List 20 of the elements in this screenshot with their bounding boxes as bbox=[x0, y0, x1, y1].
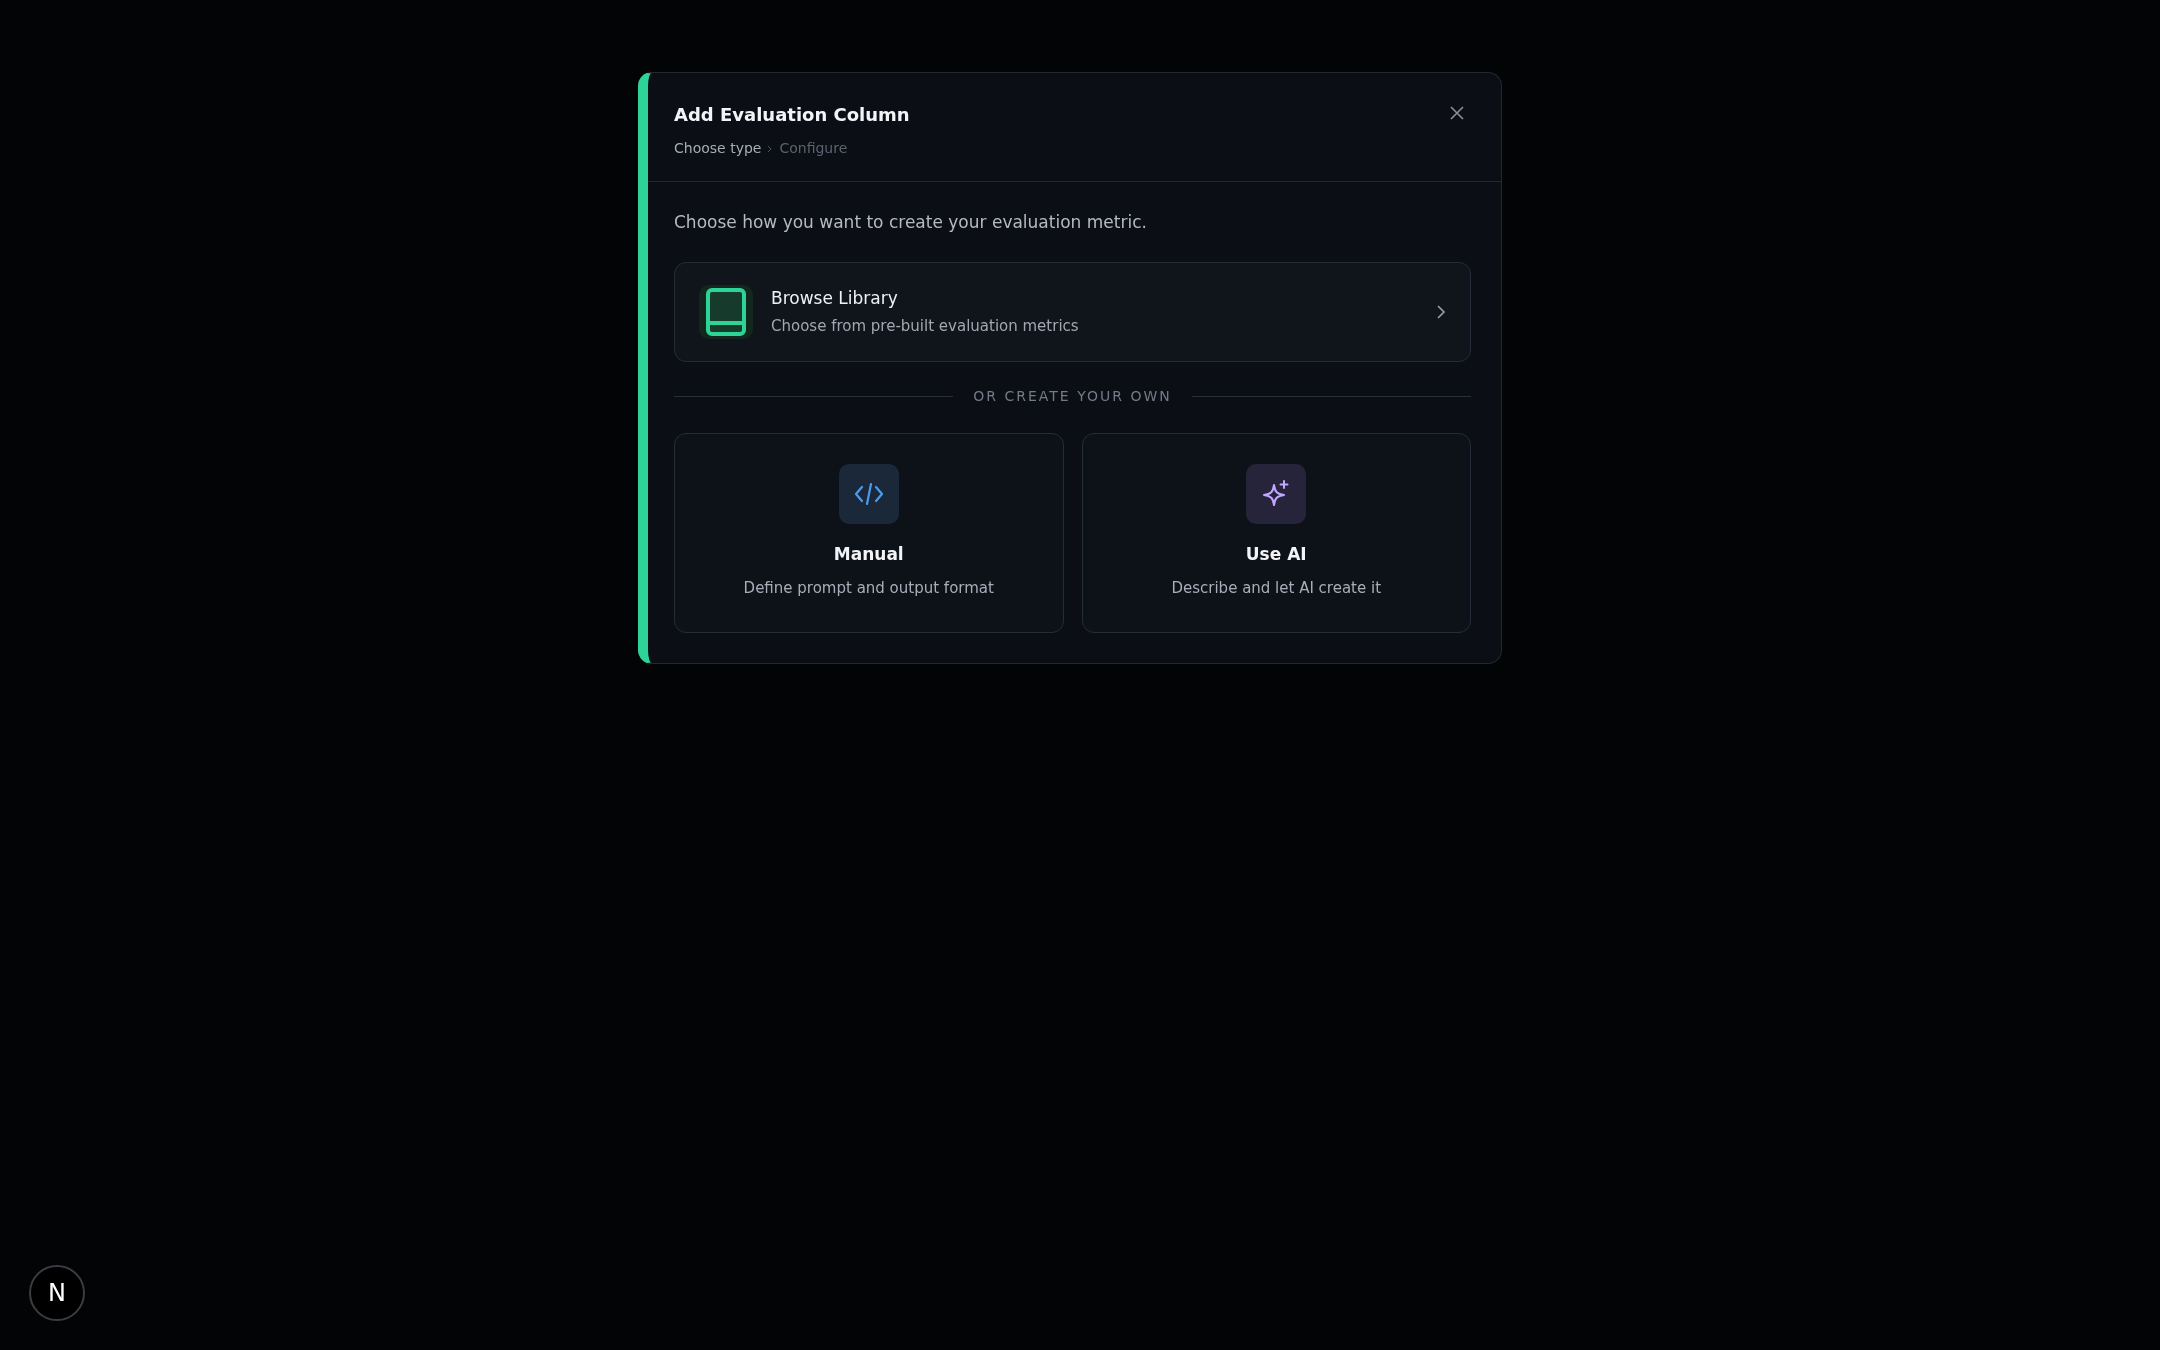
book-icon bbox=[699, 284, 753, 339]
option-card[interactable]: Use AI Describe and let AI create it bbox=[1081, 432, 1471, 633]
devtools-button[interactable]: N bbox=[29, 1265, 85, 1321]
dialog-title: Add Evaluation Column bbox=[674, 103, 910, 127]
intro-text: Choose how you want to create your evaluation metric. bbox=[674, 211, 1148, 234]
option-description: Define prompt and output format bbox=[743, 578, 994, 599]
chevron-icon bbox=[1436, 303, 1446, 320]
option-description: Describe and let AI create it bbox=[1171, 578, 1382, 599]
card-title: Browse Library bbox=[771, 286, 899, 310]
breadcrumb-step: Configure bbox=[779, 138, 848, 159]
option-title: Use AI bbox=[1245, 542, 1307, 566]
option-card[interactable]: Manual Define prompt and output format bbox=[674, 432, 1064, 633]
breadcrumb-step: Choose type bbox=[674, 138, 762, 159]
sparkle-icon bbox=[1246, 463, 1307, 524]
divider-label: OR CREATE YOUR OWN bbox=[973, 386, 1172, 406]
card-description: Choose from pre-built evaluation metrics bbox=[771, 316, 1080, 337]
chevron-icon bbox=[767, 144, 774, 153]
code-icon bbox=[838, 463, 899, 524]
browse-library-card[interactable]: Browse Library Choose from pre-built evaluation metrics bbox=[674, 261, 1471, 362]
option-title: Manual bbox=[833, 542, 904, 566]
